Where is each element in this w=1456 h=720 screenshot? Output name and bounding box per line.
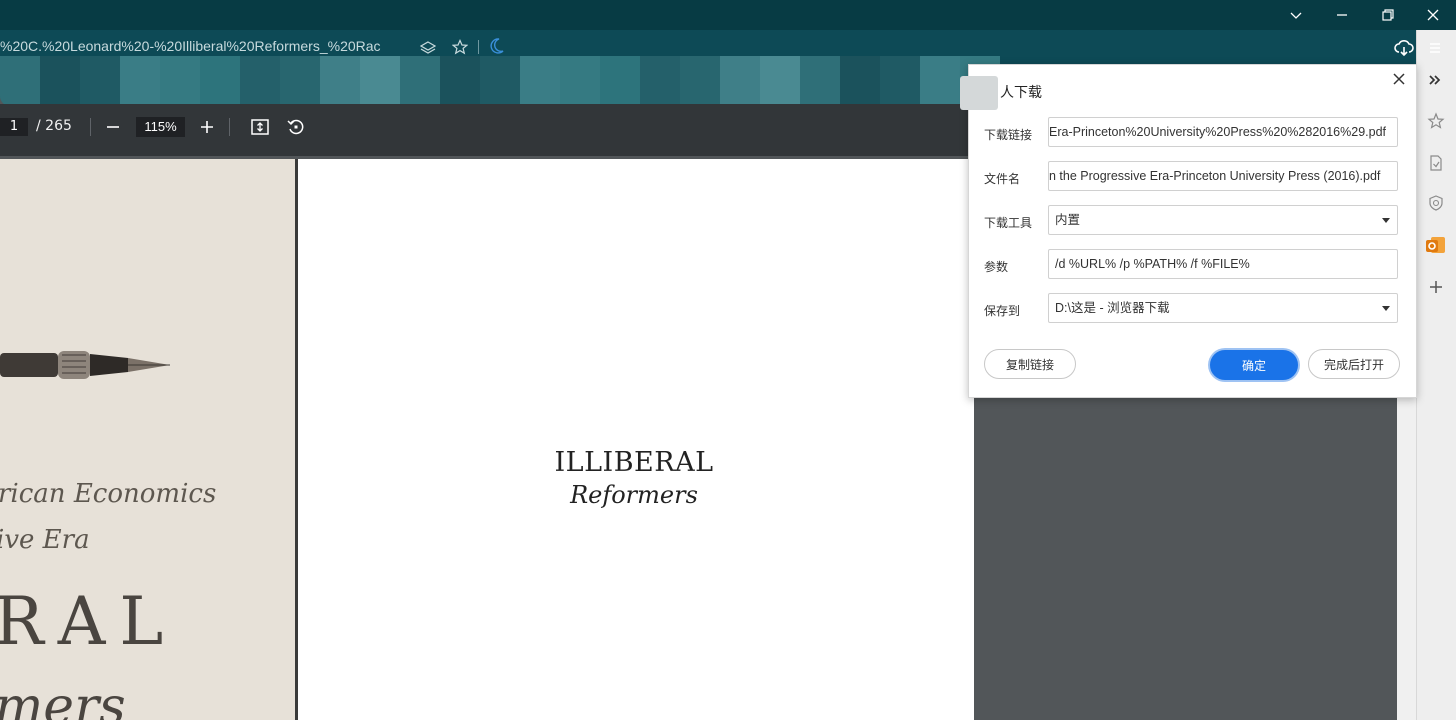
url-text[interactable]: %20C.%20Leonard%20-%20Illiberal%20Reform… bbox=[0, 38, 381, 54]
dialog-title: 人下载 bbox=[1000, 85, 1042, 101]
minimize-icon[interactable] bbox=[1319, 0, 1365, 30]
save-to-select[interactable]: D:\这是 - 浏览器下载 bbox=[1048, 293, 1398, 323]
copy-link-button[interactable]: 复制链接 bbox=[984, 349, 1076, 379]
window-titlebar bbox=[0, 0, 1456, 30]
zoom-in-icon[interactable] bbox=[198, 118, 216, 140]
fountain-pen-image bbox=[0, 351, 170, 379]
pixelated-region bbox=[960, 76, 998, 110]
restore-icon[interactable] bbox=[1365, 0, 1411, 30]
download-cloud-icon[interactable] bbox=[1393, 38, 1415, 58]
book-subtitle: Reformers bbox=[570, 481, 698, 509]
pixelated-region bbox=[0, 56, 1000, 106]
reading-list-icon[interactable] bbox=[1427, 154, 1445, 176]
rotate-icon[interactable] bbox=[286, 117, 306, 141]
params-field[interactable]: /d %URL% /p %PATH% /f %FILE% bbox=[1048, 249, 1398, 279]
open-after-finish-button[interactable]: 完成后打开 bbox=[1308, 349, 1400, 379]
address-divider bbox=[478, 40, 479, 54]
zoom-out-icon[interactable] bbox=[104, 118, 122, 140]
filename-label: 文件名 bbox=[984, 172, 1021, 186]
save-to-label: 保存到 bbox=[984, 304, 1021, 318]
download-tool-value: 内置 bbox=[1055, 213, 1081, 227]
toolbar-divider bbox=[229, 118, 230, 136]
dropdown-caret-icon bbox=[1382, 306, 1390, 311]
cover-title-line-2: mers bbox=[0, 677, 126, 720]
expand-chevrons-icon[interactable] bbox=[1427, 72, 1443, 92]
dropdown-caret-icon bbox=[1382, 218, 1390, 223]
cover-title-line-1: RAL bbox=[0, 583, 178, 660]
filename-field[interactable]: n the Progressive Era-Princeton Universi… bbox=[1048, 161, 1398, 191]
zoom-level-input[interactable]: 115% bbox=[136, 117, 185, 137]
menu-icon[interactable] bbox=[1427, 40, 1443, 60]
save-to-value: D:\这是 - 浏览器下载 bbox=[1055, 301, 1170, 315]
outlook-icon[interactable] bbox=[1425, 234, 1447, 256]
page-number-input[interactable]: 1 bbox=[0, 118, 28, 136]
chevron-down-icon[interactable] bbox=[1273, 0, 1319, 30]
add-sidebar-item-icon[interactable] bbox=[1427, 278, 1445, 300]
dialog-close-icon[interactable] bbox=[1388, 68, 1410, 90]
page-total: / 265 bbox=[36, 118, 72, 134]
download-link-field[interactable]: Era-Princeton%20University%20Press%20%28… bbox=[1048, 117, 1398, 147]
favorites-icon[interactable] bbox=[1427, 112, 1445, 134]
download-tool-label: 下载工具 bbox=[984, 216, 1033, 230]
cover-subtitle-line-1: rican Economics bbox=[0, 479, 217, 509]
cover-subtitle-line-2: ive Era bbox=[0, 525, 90, 555]
close-icon[interactable] bbox=[1410, 0, 1456, 30]
confirm-button[interactable]: 确定 bbox=[1210, 350, 1298, 380]
cover-page: rican Economics ive Era RAL mers bbox=[0, 159, 295, 720]
fit-page-icon[interactable] bbox=[250, 117, 270, 141]
book-title: ILLIBERAL bbox=[554, 447, 714, 478]
download-link-label: 下载链接 bbox=[984, 128, 1033, 142]
pdf-title-page: ILLIBERAL Reformers bbox=[298, 159, 974, 720]
dark-mode-icon[interactable] bbox=[490, 38, 504, 58]
params-label: 参数 bbox=[984, 260, 1009, 274]
shield-icon[interactable] bbox=[1427, 194, 1445, 216]
toolbar-divider bbox=[90, 118, 91, 136]
download-tool-select[interactable]: 内置 bbox=[1048, 205, 1398, 235]
